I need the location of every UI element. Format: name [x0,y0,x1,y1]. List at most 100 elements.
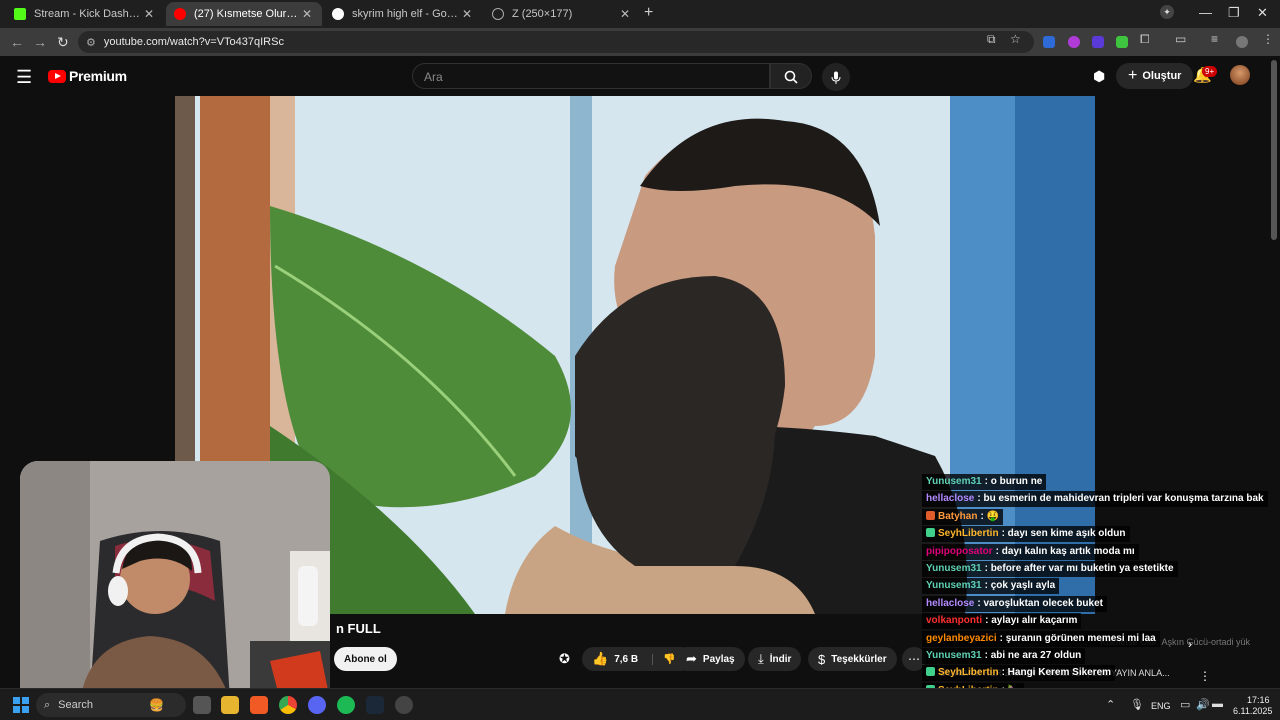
tab-youtube[interactable]: (27) Kısmetse Olur: Aşkın Gücü ✕ [166,2,322,26]
reading-list-icon[interactable]: ≡ [1211,32,1218,46]
webcam-frame [20,461,330,700]
thanks-label: Teşekkürler [831,653,887,665]
browser-tab-strip: Stream - Kick Dashboard ✕ (27) Kısmetse … [0,0,1280,28]
video-title: n FULL [336,621,381,636]
close-icon[interactable]: ✕ [618,7,632,21]
chat-text: : 🤑 [980,510,1000,522]
chat-text: : şuranın görünen memesi mi laa [999,632,1156,644]
obs-icon[interactable] [395,696,413,714]
page-scrollbar[interactable] [1271,60,1277,240]
tab-label: Stream - Kick Dashboard [34,8,142,20]
back-arrow-icon[interactable]: ← [10,34,24,50]
close-icon[interactable]: ✕ [460,7,474,21]
kebab-menu-icon[interactable]: ⋮ [1262,32,1274,46]
chat-text: : varoşluktan olecek buket [977,597,1103,609]
search-icon: ⌕ [44,698,51,711]
bookmark-star-icon[interactable]: ☆ [1010,32,1021,46]
share-label: Paylaş [702,653,735,665]
chat-text: : dayı kalın kaş artık moda mı [995,545,1135,557]
reload-icon[interactable]: ↻ [57,34,69,51]
chat-text: : before after var mı buketin ya estetik… [984,563,1174,574]
search-button[interactable] [770,63,812,89]
cast-icon[interactable]: ⬢ [1093,68,1105,85]
chat-text: : Hangi Kerem Sikerem [1001,667,1112,679]
close-icon[interactable]: ✕ [142,7,156,21]
webcam-overlay [20,461,330,700]
download-button[interactable]: ⤓ İndir [748,647,802,671]
hamburger-menu-icon[interactable]: ☰ [16,67,32,88]
chat-text: : dayı sen kime aşık oldun [1001,528,1126,540]
chat-message: geylanbeyazici: şuranın görünen memesi m… [922,630,1160,647]
chat-username: SeyhLibertin [938,528,999,540]
site-info-icon[interactable]: ⚙ [86,36,96,49]
file-explorer-icon[interactable] [221,696,239,714]
address-bar[interactable]: ⚙ youtube.com/watch?v=VTo437qIRSc [78,31,1034,53]
speaker-icon[interactable]: 🔊 [1196,698,1210,711]
forward-arrow-icon[interactable]: → [33,34,47,50]
chat-message: Yunusem31: before after var mı buketin y… [922,561,1178,577]
chat-message: hellaclose: bu esmerin de mahidevran tri… [922,491,1268,508]
extension-icon[interactable] [1092,36,1104,48]
extension-icon[interactable] [1043,36,1055,48]
browser-toolbar: ← → ↻ ⚙ youtube.com/watch?v=VTo437qIRSc … [0,28,1280,56]
ask-ai-sparkle-icon[interactable]: ✪ [559,651,570,667]
chat-message: Yunusem31: abi ne ara 27 oldun [922,648,1086,664]
steam-icon[interactable] [366,696,384,714]
spotify-icon[interactable] [337,696,355,714]
microphone-icon[interactable]: 🎙 [1130,698,1144,711]
maximize-button[interactable]: ❐ [1228,5,1240,21]
tab-image[interactable]: Z (250×177) ✕ [484,2,640,26]
extension-icon[interactable] [1116,36,1128,48]
new-tab-button[interactable]: + [644,4,653,22]
brave-browser-icon[interactable] [250,696,268,714]
chat-message: Yunusem31: çok yaşlı ayla [922,578,1060,595]
close-window-button[interactable]: ✕ [1257,5,1268,21]
account-avatar[interactable] [1230,65,1250,85]
create-button[interactable]: + Oluştur [1116,63,1194,89]
chat-username: Yunusem31 [926,580,982,592]
subscribe-button[interactable]: Abone ol [334,647,397,671]
windows-taskbar: ⌕ Search 🍔 ⌃ 🎙 ENG ▭ 🔊 ▬ 17:16 6.11.2025 [0,688,1280,720]
chat-username: Yunusem31 [926,563,982,574]
chat-username: Yunusem31 [926,650,982,661]
chat-message: volkanponti: aylayı alır kaçarım [922,613,1082,630]
taskbar-search-box[interactable]: ⌕ Search 🍔 [36,693,186,717]
install-app-icon[interactable]: ⧉ [987,32,996,47]
clock-date[interactable]: 6.11.2025 [1233,706,1272,716]
windows-start-icon[interactable] [13,697,29,713]
thumbs-down-icon[interactable]: 👎 [652,653,676,665]
extensions-puzzle-icon[interactable]: ⧠ [1140,32,1150,47]
chat-username: pipipoposator [926,545,993,557]
discord-icon[interactable] [308,696,326,714]
chrome-icon[interactable] [279,696,297,714]
tab-kick-dashboard[interactable]: Stream - Kick Dashboard ✕ [6,2,164,26]
thanks-button[interactable]: $ Teşekkürler [808,647,897,671]
chat-badge-icon [926,510,935,520]
profile-avatar[interactable] [1236,36,1248,48]
gemini-icon[interactable]: ✦ [1160,5,1174,19]
clock-time[interactable]: 17:16 [1247,695,1270,705]
sidebar-icon[interactable]: ▭ [1175,32,1186,46]
share-button[interactable]: ➦ Paylaş [676,647,745,671]
chevron-up-icon[interactable]: ⌃ [1106,698,1115,711]
voice-search-button[interactable] [822,63,850,91]
battery-icon[interactable]: ▬ [1212,698,1223,710]
plus-icon: + [1128,67,1138,84]
logo-text: Premium [69,68,127,84]
create-label: Oluştur [1142,70,1182,82]
tab-label: (27) Kısmetse Olur: Aşkın Gücü [194,8,300,20]
chat-username: hellaclose [926,493,975,505]
language-indicator[interactable]: ENG [1151,701,1171,711]
youtube-play-icon [48,69,66,83]
close-icon[interactable]: ✕ [300,7,314,21]
chat-username: Yunusem31 [926,476,982,487]
display-icon[interactable]: ▭ [1180,698,1190,711]
minimize-button[interactable]: — [1199,5,1212,20]
extension-icon[interactable] [1068,36,1080,48]
search-input[interactable]: Ara [412,63,770,89]
youtube-premium-logo[interactable]: Premium [48,68,127,84]
tab-google-search[interactable]: skyrim high elf - Google'da Ara ✕ [324,2,482,26]
task-view-icon[interactable] [193,696,211,714]
chat-text: : bu esmerin de mahidevran tripleri var … [977,493,1264,505]
chat-username: Batyhan [938,510,978,522]
